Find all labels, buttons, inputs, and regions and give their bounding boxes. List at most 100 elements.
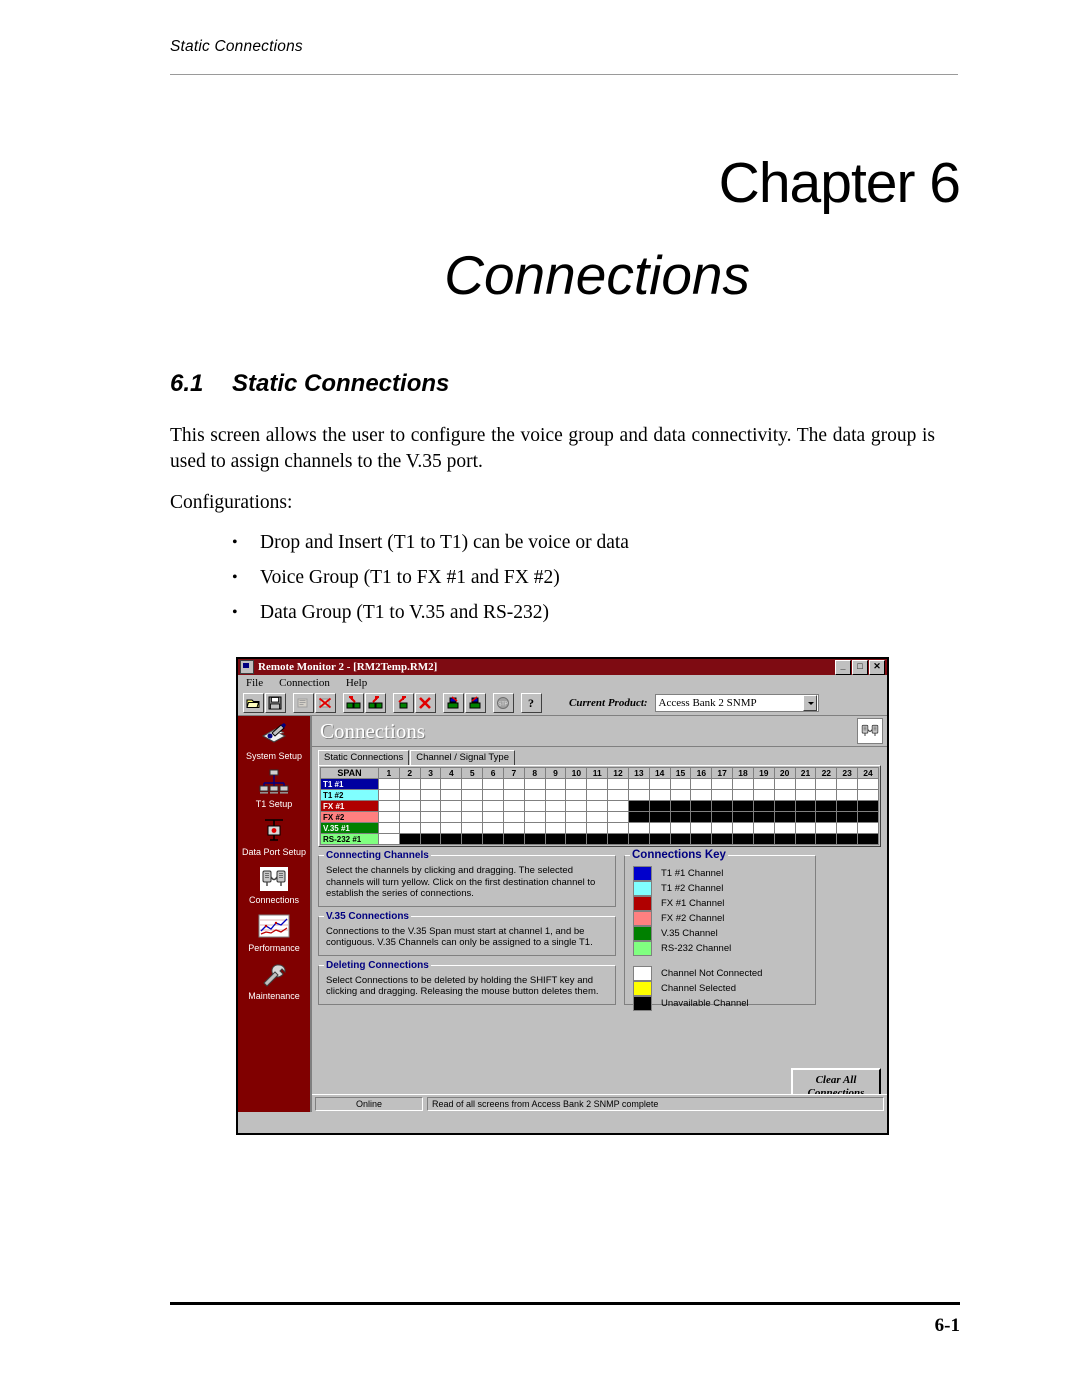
channel-cell[interactable] [378, 789, 400, 801]
channel-cell[interactable] [648, 811, 671, 823]
channel-cell[interactable] [773, 811, 796, 823]
channel-cell[interactable] [711, 833, 734, 845]
channel-cell[interactable] [523, 833, 546, 845]
channel-cell[interactable] [732, 778, 754, 790]
sidebar-item-maintenance[interactable]: Maintenance [238, 960, 310, 1002]
channel-cell[interactable] [565, 800, 588, 812]
channel-cell[interactable] [669, 833, 692, 845]
channel-cell[interactable] [836, 822, 859, 834]
channel-cell[interactable] [669, 800, 692, 812]
channel-cell[interactable] [378, 800, 400, 812]
print-icon[interactable] [293, 693, 314, 713]
channel-cell[interactable] [544, 822, 567, 834]
channel-cell[interactable] [419, 778, 442, 790]
channel-cell[interactable] [711, 811, 734, 823]
channel-cell[interactable] [419, 822, 442, 834]
channel-cell[interactable] [398, 833, 421, 845]
channel-cell[interactable] [794, 811, 817, 823]
channel-cell[interactable] [461, 789, 484, 801]
channel-cell[interactable] [627, 778, 650, 790]
channel-cell[interactable] [607, 778, 629, 790]
channel-cell[interactable] [648, 800, 671, 812]
channel-cell[interactable] [815, 822, 838, 834]
sidebar-item-t1-setup[interactable]: T1 Setup [238, 768, 310, 810]
channel-cell[interactable] [815, 778, 838, 790]
channel-cell[interactable] [544, 778, 567, 790]
channel-cell[interactable] [711, 778, 734, 790]
stop-icon[interactable]: STP [493, 693, 514, 713]
channel-cell[interactable] [461, 800, 484, 812]
channel-cell[interactable] [378, 811, 400, 823]
channel-cell[interactable] [565, 811, 588, 823]
channel-cell[interactable] [752, 822, 775, 834]
channel-cell[interactable] [523, 778, 546, 790]
maximize-button[interactable]: □ [852, 659, 868, 675]
channel-cell[interactable] [711, 822, 734, 834]
channel-cell[interactable] [586, 789, 609, 801]
menu-item-connection[interactable]: Connection [279, 677, 330, 689]
channel-cell[interactable] [836, 789, 859, 801]
channel-cell[interactable] [482, 800, 504, 812]
channel-cell[interactable] [607, 789, 629, 801]
channel-cell[interactable] [502, 778, 525, 790]
channel-cell[interactable] [378, 778, 400, 790]
channel-cell[interactable] [648, 778, 671, 790]
menu-item-help[interactable]: Help [346, 677, 367, 689]
channel-cell[interactable] [794, 800, 817, 812]
channel-cell[interactable] [732, 833, 754, 845]
channel-cell[interactable] [607, 822, 629, 834]
channel-cell[interactable] [440, 833, 463, 845]
channel-cell[interactable] [440, 822, 463, 834]
channel-cell[interactable] [607, 811, 629, 823]
channel-cell[interactable] [440, 778, 463, 790]
channel-cell[interactable] [523, 800, 546, 812]
channel-cell[interactable] [732, 811, 754, 823]
sidebar-item-connections[interactable]: Connections [238, 864, 310, 906]
channel-cell[interactable] [440, 811, 463, 823]
channel-cell[interactable] [461, 833, 484, 845]
channel-cell[interactable] [627, 822, 650, 834]
channel-cell[interactable] [565, 789, 588, 801]
channel-cell[interactable] [544, 789, 567, 801]
sidebar-item-performance[interactable]: Performance [238, 912, 310, 954]
channel-cell[interactable] [523, 789, 546, 801]
channel-cell[interactable] [419, 833, 442, 845]
channel-cell[interactable] [836, 778, 859, 790]
channel-cell[interactable] [398, 800, 421, 812]
channel-cell[interactable] [857, 789, 879, 801]
channel-cell[interactable] [440, 800, 463, 812]
sidebar-item-data-port-setup[interactable]: Data Port Setup [238, 816, 310, 858]
current-product-dropdown[interactable]: Access Bank 2 SNMP [654, 694, 819, 712]
channel-cell[interactable] [627, 833, 650, 845]
menu-item-file[interactable]: File [246, 677, 263, 689]
channel-cell[interactable] [586, 778, 609, 790]
channel-cell[interactable] [523, 822, 546, 834]
print-cancel-icon[interactable] [315, 693, 336, 713]
channel-cell[interactable] [398, 789, 421, 801]
channel-cell[interactable] [794, 833, 817, 845]
channel-cell[interactable] [711, 800, 734, 812]
channel-cell[interactable] [482, 789, 504, 801]
channel-cell[interactable] [690, 789, 713, 801]
channel-cell[interactable] [461, 778, 484, 790]
channel-cell[interactable] [648, 822, 671, 834]
channel-cell[interactable] [857, 833, 879, 845]
channel-cell[interactable] [565, 833, 588, 845]
channel-cell[interactable] [732, 822, 754, 834]
channel-cell[interactable] [669, 778, 692, 790]
device-receive-icon[interactable] [465, 693, 486, 713]
channel-cell[interactable] [857, 800, 879, 812]
channel-cell[interactable] [440, 789, 463, 801]
channel-cell[interactable] [565, 778, 588, 790]
channel-cell[interactable] [648, 789, 671, 801]
channel-cell[interactable] [502, 800, 525, 812]
channel-cell[interactable] [544, 811, 567, 823]
channel-cell[interactable] [836, 833, 859, 845]
channel-cell[interactable] [565, 822, 588, 834]
channel-cell[interactable] [607, 800, 629, 812]
channel-cell[interactable] [482, 811, 504, 823]
channel-cell[interactable] [794, 778, 817, 790]
minimize-button[interactable]: _ [835, 659, 851, 675]
channel-cell[interactable] [461, 822, 484, 834]
channel-cell[interactable] [482, 778, 504, 790]
